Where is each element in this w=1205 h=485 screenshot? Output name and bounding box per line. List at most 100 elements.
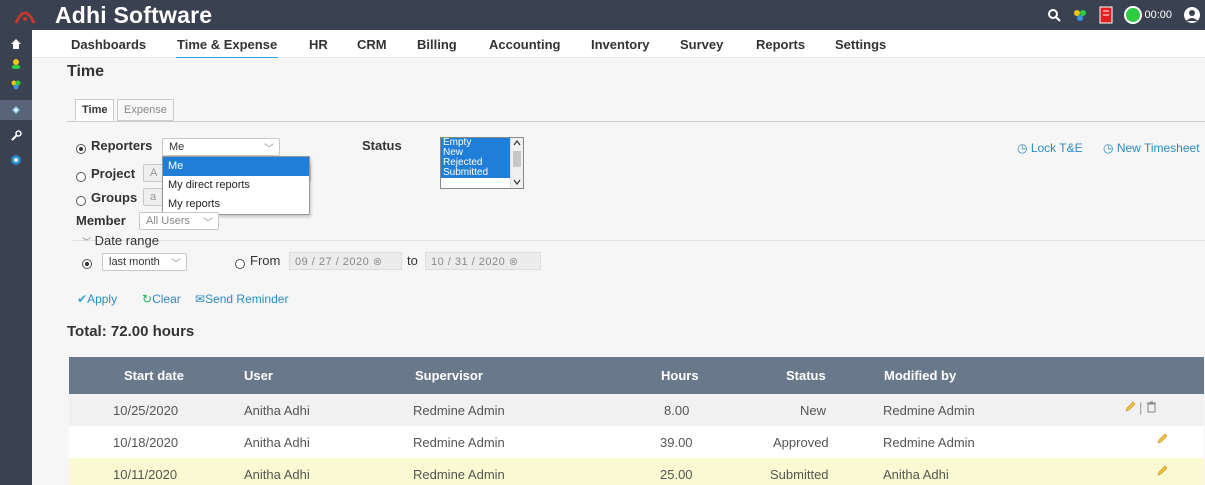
table-row[interactable]: 10/25/2020 Anitha Adhi Redmine Admin 8.0… [69, 394, 1204, 426]
table-header: Start date User Supervisor Hours Status … [69, 357, 1204, 394]
menu-hr[interactable]: HR [309, 37, 328, 52]
menu-crm[interactable]: CRM [357, 37, 387, 52]
total-hours: Total: 72.00 hours [67, 323, 195, 340]
edit-icon[interactable] [1124, 401, 1136, 416]
send-reminder-button[interactable]: ✉Send Reminder [195, 292, 288, 306]
listbox-scrollbar[interactable] [510, 138, 523, 188]
page-title: Time [67, 63, 105, 80]
project-label: Project [91, 166, 136, 181]
menu-inventory[interactable]: Inventory [591, 37, 650, 52]
time-expense-icon [12, 106, 20, 114]
table-row[interactable]: 10/18/2020 Anitha Adhi Redmine Admin 39.… [69, 426, 1204, 458]
left-sidebar [0, 30, 32, 485]
divider [72, 240, 1205, 241]
groups-radio[interactable] [76, 193, 86, 207]
menu-dashboards[interactable]: Dashboards [71, 37, 146, 52]
checkmark-icon: ✔ [77, 292, 88, 306]
tab-divider [67, 121, 1205, 122]
menu-survey[interactable]: Survey [680, 37, 723, 52]
from-date-field[interactable]: 09 / 27 / 2020 ⊗ [289, 252, 402, 270]
clock-icon: ◷ [1017, 141, 1028, 155]
table-row[interactable]: 10/11/2020 Anitha Adhi Redmine Admin 25.… [69, 458, 1204, 485]
dropdown-option-me[interactable]: Me [163, 157, 309, 176]
sidebar-groups[interactable] [0, 74, 32, 94]
sidebar-home[interactable] [0, 34, 32, 54]
cell-hours: 25.00 [660, 467, 693, 482]
timer-status-icon [1124, 6, 1143, 24]
cell-hours: 39.00 [660, 435, 693, 450]
reporters-radio[interactable] [76, 141, 86, 155]
user-avatar-icon[interactable] [1183, 6, 1201, 24]
member-select[interactable]: All Users ﹀ [139, 212, 219, 230]
member-select-value: All Users [146, 215, 191, 227]
period-radio[interactable] [82, 256, 92, 270]
col-modified-by[interactable]: Modified by [884, 368, 956, 383]
groups-select-value: a [150, 191, 157, 203]
edit-icon[interactable] [1156, 465, 1168, 480]
menu-billing[interactable]: Billing [417, 37, 457, 52]
col-hours[interactable]: Hours [661, 368, 699, 383]
clear-button[interactable]: ↻Clear [142, 292, 181, 306]
timer[interactable]: 00:00 [1124, 6, 1172, 24]
cell-user: Anitha Adhi [244, 403, 310, 418]
edit-icon[interactable] [1156, 433, 1168, 448]
col-start-date[interactable]: Start date [124, 368, 184, 383]
separator: | [1139, 400, 1143, 415]
clear-date-icon[interactable]: ⊗ [373, 256, 383, 268]
cell-hours: 8.00 [664, 403, 690, 418]
chevron-down-icon: ﹀ [82, 237, 92, 247]
chevron-down-icon: ﹀ [264, 144, 274, 155]
project-select-value: A [150, 167, 158, 179]
cell-start-date: 10/11/2020 [113, 467, 178, 482]
cell-status: Submitted [770, 467, 829, 482]
cell-user: Anitha Adhi [244, 435, 310, 450]
delete-icon[interactable] [1146, 401, 1157, 416]
sidebar-help[interactable] [0, 150, 32, 170]
users-icon[interactable] [1072, 8, 1088, 22]
clock-icon: ◷ [1103, 141, 1114, 155]
cell-status: New [800, 403, 827, 418]
book-icon[interactable] [1099, 6, 1113, 24]
new-timesheet-link[interactable]: ◷ New Timesheet [1103, 141, 1200, 155]
lock-te-link[interactable]: ◷ Lock T&E [1017, 141, 1083, 155]
chevron-down-icon: ﹀ [203, 218, 213, 229]
menu-settings[interactable]: Settings [835, 37, 886, 52]
col-user[interactable]: User [244, 368, 273, 383]
date-range-toggle[interactable]: ﹀ Date range [82, 233, 159, 248]
wrench-icon [11, 130, 22, 141]
from-label: From [250, 253, 281, 268]
cell-start-date: 10/25/2020 [113, 403, 179, 418]
cell-modified-by: Redmine Admin [883, 403, 975, 418]
logo-icon [14, 11, 36, 24]
member-label: Member [76, 213, 126, 228]
cell-user: Anitha Adhi [244, 467, 310, 482]
sidebar-user[interactable] [0, 54, 32, 74]
tab-time[interactable]: Time [75, 99, 115, 121]
menu-accounting[interactable]: Accounting [489, 37, 561, 52]
project-radio[interactable] [76, 169, 86, 183]
to-date-field[interactable]: 10 / 31 / 2020 ⊗ [425, 252, 541, 270]
reporters-dropdown: Me My direct reports My reports [162, 156, 310, 215]
period-select[interactable]: last month ﹀ [102, 253, 187, 271]
sidebar-time-expense[interactable] [0, 100, 32, 120]
apply-button[interactable]: ✔Apply [77, 292, 117, 306]
cell-supervisor: Redmine Admin [413, 467, 505, 482]
person-icon [12, 59, 20, 69]
status-label: Status [362, 138, 402, 153]
col-supervisor[interactable]: Supervisor [415, 368, 483, 383]
dropdown-option-direct-reports[interactable]: My direct reports [163, 176, 309, 195]
reporters-select[interactable]: Me ﹀ [162, 138, 280, 156]
clear-date-icon[interactable]: ⊗ [509, 256, 519, 268]
refresh-icon: ↻ [142, 292, 153, 306]
tab-expense[interactable]: Expense [117, 99, 174, 121]
menu-reports[interactable]: Reports [756, 37, 805, 52]
menu-time-expense[interactable]: Time & Expense [175, 37, 279, 60]
help-icon [11, 155, 21, 165]
status-listbox[interactable]: Empty New Rejected Submitted [440, 137, 524, 189]
status-option-submitted[interactable]: Submitted [441, 168, 511, 178]
from-radio[interactable] [235, 256, 245, 270]
col-status[interactable]: Status [786, 368, 826, 383]
sidebar-settings[interactable] [0, 126, 32, 146]
search-icon[interactable] [1047, 8, 1062, 22]
chevron-down-icon: ﹀ [171, 259, 181, 270]
